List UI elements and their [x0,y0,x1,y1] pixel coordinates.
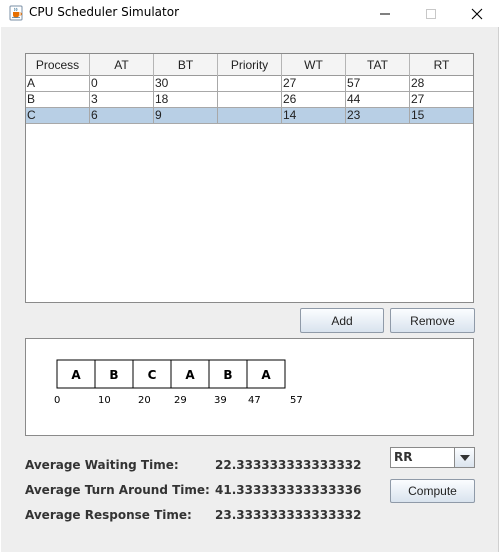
gantt-block-label: A [261,368,271,382]
algorithm-select[interactable]: RR [390,447,475,468]
gantt-block-label: B [223,368,232,382]
compute-button[interactable]: Compute [390,479,475,503]
gantt-time-label: 0 [54,395,60,406]
close-icon [471,8,483,20]
minimize-icon [379,8,391,20]
gantt-time-label: 10 [98,395,111,406]
column-header-wt[interactable]: WT [282,54,346,76]
maximize-icon [425,8,437,20]
table-cell[interactable]: 3 [90,92,154,108]
table-cell[interactable]: 0 [90,76,154,92]
maximize-button[interactable] [408,0,454,27]
gantt-block-label: A [71,368,81,382]
gantt-time-label: 39 [214,395,227,406]
table-row-selected[interactable]: C 6 9 14 23 15 [26,108,473,124]
column-header-at[interactable]: AT [90,54,154,76]
column-header-tat[interactable]: TAT [346,54,410,76]
column-header-rt[interactable]: RT [410,54,473,76]
gantt-time-label: 57 [290,395,303,406]
column-header-priority[interactable]: Priority [218,54,282,76]
avg-turnaround-time-label: Average Turn Around Time: [25,483,210,497]
table-header: Process AT BT Priority WT TAT RT [26,54,473,76]
table-cell[interactable]: A [26,76,90,92]
gantt-block-label: B [109,368,118,382]
gantt-time-label: 29 [174,395,187,406]
avg-waiting-time-label: Average Waiting Time: [25,458,179,472]
gantt-chart-panel: A B C A B A 0 10 20 29 39 47 57 [25,338,474,436]
java-coffee-cup-icon [8,5,24,21]
avg-response-time-label: Average Response Time: [25,508,192,522]
table-cell[interactable]: 57 [346,76,410,92]
gantt-chart: A B C A B A 0 10 20 29 39 47 57 [54,359,303,406]
table-row[interactable]: A 0 30 27 57 28 [26,76,473,92]
gantt-time-label: 47 [248,395,261,406]
close-button[interactable] [454,0,500,27]
table-cell[interactable]: 30 [154,76,218,92]
table-cell[interactable]: 27 [410,92,473,108]
chevron-down-icon [459,454,470,461]
table-cell[interactable]: 28 [410,76,473,92]
column-header-process[interactable]: Process [26,54,90,76]
avg-turnaround-time-value: 41.333333333333336 [215,483,362,497]
dropdown-arrow-button[interactable] [454,448,474,467]
minimize-button[interactable] [362,0,408,27]
table-cell[interactable]: 9 [154,108,218,124]
column-header-bt[interactable]: BT [154,54,218,76]
main-panel: Process AT BT Priority WT TAT RT A 0 30 … [1,27,499,552]
table-cell[interactable]: 15 [410,108,473,124]
table-cell[interactable]: 14 [282,108,346,124]
table-row[interactable]: B 3 18 26 44 27 [26,92,473,108]
add-button[interactable]: Add [300,308,384,333]
table-cell[interactable]: 18 [154,92,218,108]
table-cell[interactable]: 26 [282,92,346,108]
title-bar: CPU Scheduler Simulator [0,0,501,27]
process-table[interactable]: Process AT BT Priority WT TAT RT A 0 30 … [25,53,474,303]
gantt-block-label: C [148,368,157,382]
window-title: CPU Scheduler Simulator [29,5,180,19]
table-cell[interactable]: 6 [90,108,154,124]
table-cell[interactable] [218,108,282,124]
remove-button[interactable]: Remove [390,308,475,333]
table-cell[interactable]: 44 [346,92,410,108]
gantt-time-label: 20 [138,395,151,406]
table-cell[interactable] [218,76,282,92]
gantt-block-label: A [185,368,195,382]
table-cell[interactable]: C [26,108,90,124]
avg-response-time-value: 23.333333333333332 [215,508,362,522]
table-cell[interactable]: 27 [282,76,346,92]
avg-waiting-time-value: 22.333333333333332 [215,458,362,472]
algorithm-select-value: RR [394,450,413,464]
table-cell[interactable]: 23 [346,108,410,124]
table-cell[interactable]: B [26,92,90,108]
table-cell[interactable] [218,92,282,108]
